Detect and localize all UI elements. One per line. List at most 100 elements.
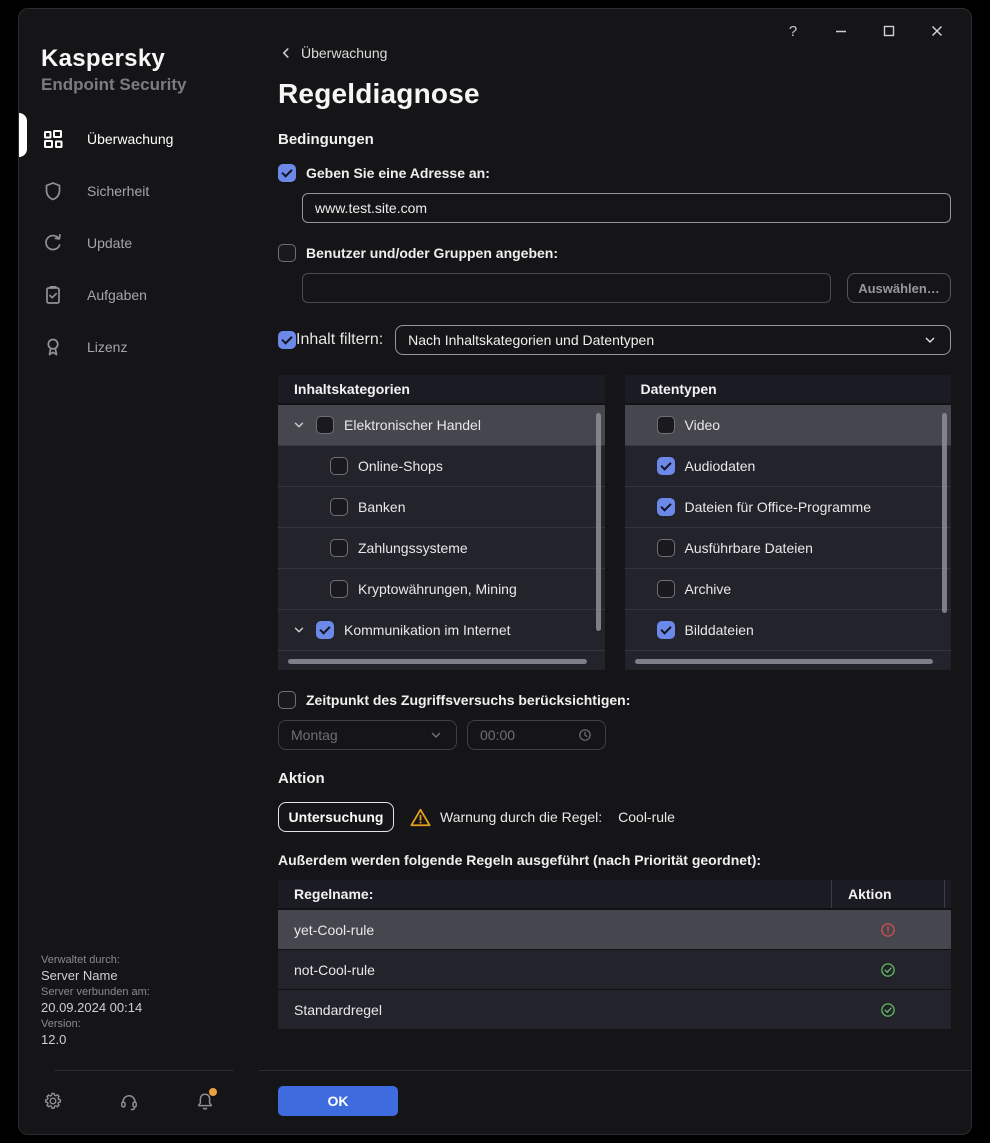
filter-checkbox[interactable] [278,331,296,349]
list-item[interactable]: Zahlungssysteme [278,528,605,569]
list-item-label: Audiodaten [685,458,756,474]
maximize-icon[interactable] [865,17,913,45]
page-title: Regeldiagnose [278,77,951,111]
checkbox[interactable] [657,416,675,434]
list-item[interactable]: Online-Shops [278,446,605,487]
window-controls: ? [769,17,961,45]
list-item-label: Kommunikation im Internet [344,622,511,638]
table-header: Regelname: Aktion [278,880,951,910]
chevron-down-icon [922,332,938,348]
close-icon[interactable] [913,17,961,45]
address-label: Geben Sie eine Adresse an: [306,165,490,181]
warning-triangle-icon [410,807,431,828]
list-item-label: Archive [685,581,732,597]
sidebar-item-label: Lizenz [87,339,127,355]
managed-by-value: Server Name [41,968,150,984]
filter-row: Inhalt filtern: Nach Inhaltskategorien u… [278,325,951,355]
checkbox[interactable] [330,498,348,516]
vertical-scrollbar[interactable] [942,413,947,613]
sidebar-item-label: Aufgaben [87,287,147,303]
list-item[interactable]: Archive [625,569,952,610]
rule-name: yet-Cool-rule [278,922,831,938]
table-row[interactable]: yet-Cool-rule [278,910,951,950]
time-field[interactable]: 00:00 [467,720,606,750]
list-item[interactable]: Dateien für Office-Programme [625,487,952,528]
checkbox[interactable] [657,457,675,475]
list-item-label: Dateien für Office-Programme [685,499,871,515]
horizontal-scrollbar[interactable] [288,659,587,664]
warning-label: Warnung durch die Regel: [440,809,602,825]
table-row[interactable]: Standardregel [278,990,951,1030]
users-checkbox[interactable] [278,244,296,262]
checkbox[interactable] [316,621,334,639]
gear-icon[interactable] [43,1091,63,1111]
checkbox[interactable] [316,416,334,434]
checkbox[interactable] [330,539,348,557]
users-input[interactable] [302,273,831,303]
sidebar-item-lizenz[interactable]: Lizenz [19,321,259,373]
time-field-value: 00:00 [480,727,577,743]
help-icon[interactable]: ? [769,17,817,45]
checkbox[interactable] [330,457,348,475]
conditions-heading: Bedingungen [278,131,951,149]
address-input[interactable] [302,193,951,223]
column-header-action: Aktion [831,880,944,908]
footer-divider [259,1070,971,1071]
list-item[interactable]: Bilddateien [625,610,952,651]
list-item[interactable]: Audiodaten [625,446,952,487]
list-item[interactable]: Kommunikation im Internet [278,610,605,651]
back-link[interactable]: Überwachung [278,43,387,63]
list-item-label: Online-Shops [358,458,443,474]
chevron-down-icon[interactable] [292,418,306,432]
select-users-button[interactable]: Auswählen… [847,273,951,303]
ok-button[interactable]: OK [278,1086,398,1116]
minimize-icon[interactable] [817,17,865,45]
table-row[interactable]: not-Cool-rule [278,950,951,990]
users-checkbox-row: Benutzer und/oder Gruppen angeben: [278,243,951,263]
sidebar-item-label: Update [87,235,132,251]
list-item[interactable]: Kryptowährungen, Mining [278,569,605,610]
checkbox[interactable] [330,580,348,598]
bell-icon[interactable] [195,1091,215,1111]
address-checkbox[interactable] [278,164,296,182]
time-checkbox[interactable] [278,691,296,709]
sidebar-item-update[interactable]: Update [19,217,259,269]
notification-badge [209,1088,217,1096]
vertical-scrollbar[interactable] [596,413,601,631]
rule-name: not-Cool-rule [278,962,831,978]
rule-action-cell [831,1001,944,1019]
list-item-label: Elektronischer Handel [344,417,481,433]
sidebar-item-ueberwachung[interactable]: Überwachung [19,113,259,165]
sidebar-item-sicherheit[interactable]: Sicherheit [19,165,259,217]
verdict-button[interactable]: Untersuchung [278,802,394,832]
list-item[interactable]: Ausführbare Dateien [625,528,952,569]
more-rules-label: Außerdem werden folgende Regeln ausgefüh… [278,852,951,870]
list-item[interactable]: Banken [278,487,605,528]
list-item-label: Zahlungssysteme [358,540,468,556]
list-item[interactable]: Video [625,405,952,446]
ok-status-icon [879,1001,897,1019]
sidebar-item-label: Sicherheit [87,183,149,199]
list-item-label: Banken [358,499,405,515]
day-select[interactable]: Montag [278,720,457,750]
day-select-value: Montag [291,727,428,743]
rule-name: Standardregel [278,1002,831,1018]
checkbox[interactable] [657,621,675,639]
filter-mode-value: Nach Inhaltskategorien und Datentypen [408,332,922,348]
column-header-rulename: Regelname: [278,880,831,908]
checkbox[interactable] [657,539,675,557]
users-label: Benutzer und/oder Gruppen angeben: [306,245,558,261]
action-row: Untersuchung Warnung durch die Regel: Co… [278,802,951,832]
chevron-down-icon[interactable] [292,623,306,637]
brand-name: Kaspersky [41,45,259,73]
checkbox[interactable] [657,498,675,516]
filter-mode-select[interactable]: Nach Inhaltskategorien und Datentypen [395,325,951,355]
sidebar-footer [43,1091,215,1111]
checkbox[interactable] [657,580,675,598]
rule-action-cell [831,921,944,939]
list-item[interactable]: Elektronischer Handel [278,405,605,446]
headset-icon[interactable] [119,1091,139,1111]
horizontal-scrollbar[interactable] [635,659,934,664]
rule-action-cell [831,961,944,979]
sidebar-item-aufgaben[interactable]: Aufgaben [19,269,259,321]
